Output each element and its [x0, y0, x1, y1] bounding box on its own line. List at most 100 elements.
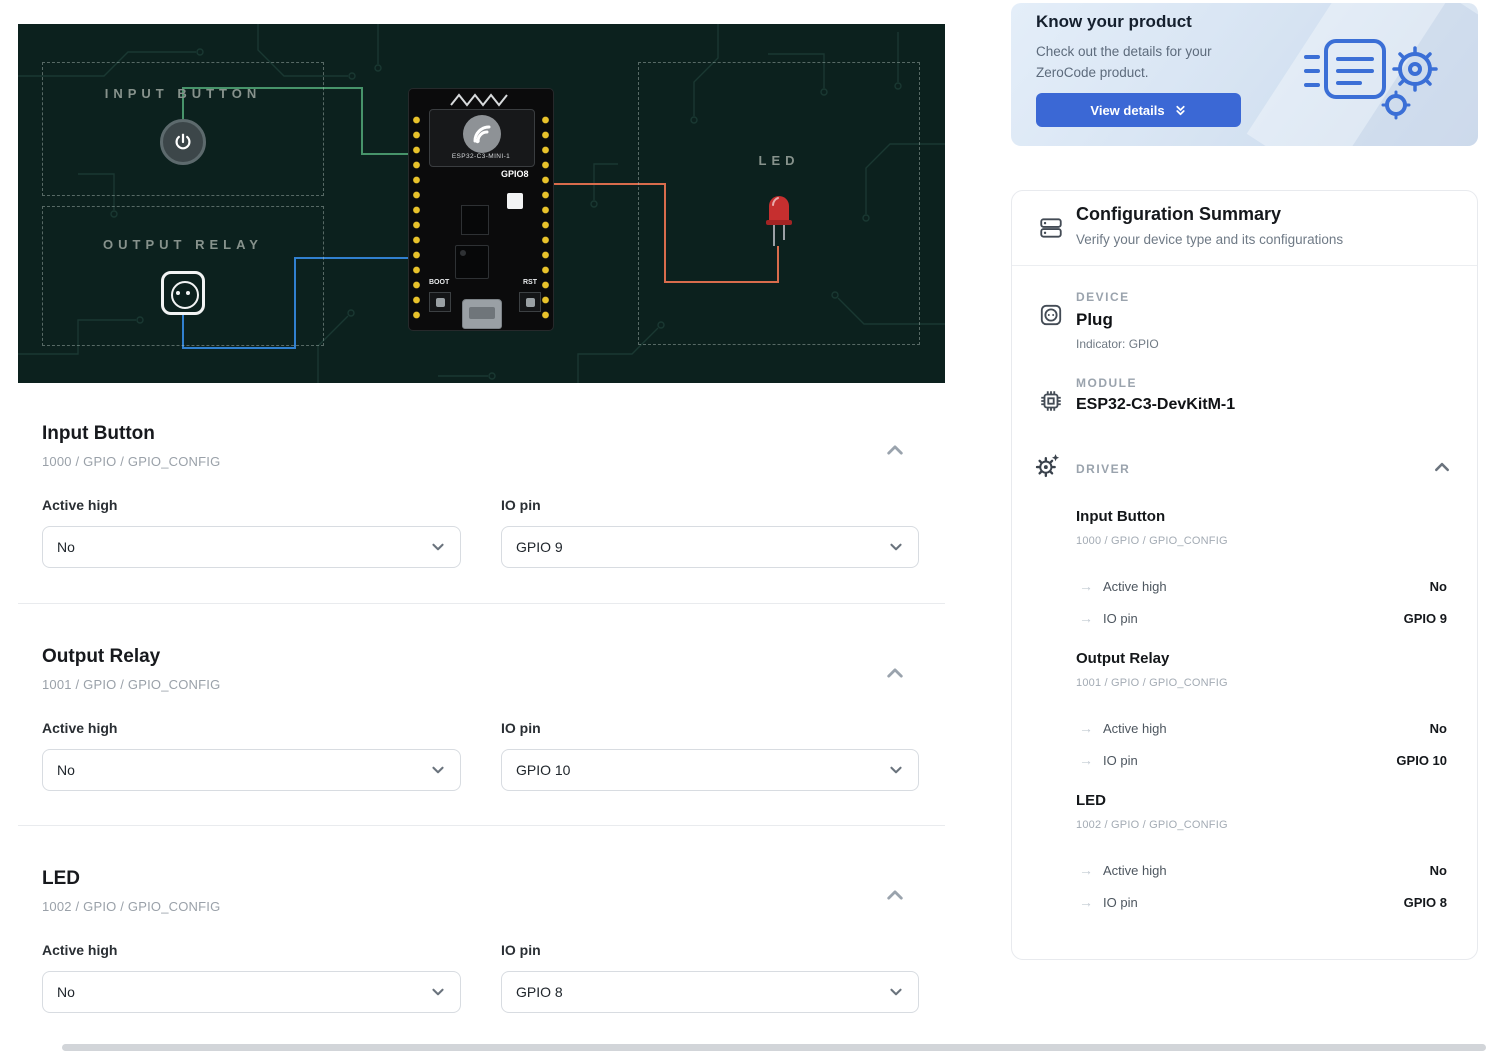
collapse-chevron-icon[interactable]	[882, 883, 908, 909]
row-value: GPIO 9	[1403, 610, 1447, 626]
select-value: GPIO 9	[516, 539, 563, 555]
io-pin-label: IO pin	[501, 497, 541, 513]
row-label: Active high	[1103, 578, 1167, 594]
module-name: ESP32-C3-DevKitM-1	[1076, 396, 1236, 413]
driver-name: Output Relay	[1076, 650, 1170, 667]
driver-code: 1001 / GPIO / GPIO_CONFIG	[1076, 677, 1228, 689]
antenna-icon	[450, 93, 508, 107]
active-high-select[interactable]: No	[42, 971, 461, 1013]
section-code: 1000 / GPIO / GPIO_CONFIG	[42, 454, 221, 469]
driver-row: → IO pin GPIO 10	[1079, 750, 1447, 770]
promo-body: Check out the details for your ZeroCode …	[1036, 44, 1212, 80]
driver-code: 1002 / GPIO / GPIO_CONFIG	[1076, 819, 1228, 831]
zerocode-configuration-page: INPUT BUTTON OUTPUT RELAY LED ESP32-C3-M…	[0, 0, 1502, 1052]
select-value: GPIO 10	[516, 762, 571, 778]
active-high-select[interactable]: No	[42, 526, 461, 568]
driver-name: Input Button	[1076, 508, 1166, 525]
driver-collapse-chevron-icon[interactable]	[1431, 457, 1453, 479]
ic-component	[455, 245, 489, 279]
chevron-down-icon	[890, 988, 902, 996]
boot-silkscreen-label: BOOT	[429, 279, 450, 286]
gpio8-silkscreen-label: GPIO8	[501, 169, 529, 179]
row-value: GPIO 8	[1403, 894, 1447, 910]
device-indicator: Indicator: GPIO	[1076, 337, 1159, 351]
horizontal-scrollbar[interactable]	[62, 1044, 1486, 1051]
summary-divider	[1012, 265, 1477, 266]
led-board-label: LED	[758, 153, 800, 168]
chip-icon	[1041, 391, 1061, 411]
row-value: GPIO 10	[1396, 752, 1447, 768]
configuration-summary-card: Configuration Summary Verify your device…	[1011, 190, 1478, 960]
active-high-select[interactable]: No	[42, 749, 461, 791]
driver-kicker: DRIVER	[1076, 462, 1131, 476]
driver-row: → Active high No	[1079, 860, 1447, 880]
config-section-output-relay: Output Relay 1001 / GPIO / GPIO_CONFIG A…	[18, 633, 945, 823]
chevron-down-icon	[890, 766, 902, 774]
io-pin-select[interactable]: GPIO 8	[501, 971, 919, 1013]
io-pin-select[interactable]: GPIO 9	[501, 526, 919, 568]
section-code: 1001 / GPIO / GPIO_CONFIG	[42, 677, 221, 692]
boot-button-icon	[429, 292, 451, 312]
section-title: LED	[42, 868, 80, 889]
arrow-right-icon: →	[1079, 578, 1093, 594]
summary-subtitle: Verify your device type and its configur…	[1076, 232, 1344, 247]
config-section-led: LED 1002 / GPIO / GPIO_CONFIG Active hig…	[18, 855, 945, 1045]
driver-entry-output-relay: Output Relay 1001 / GPIO / GPIO_CONFIG →…	[1012, 650, 1477, 780]
io-pin-select[interactable]: GPIO 10	[501, 749, 919, 791]
documents-gear-illustration	[1304, 39, 1438, 120]
wiring-diagram: INPUT BUTTON OUTPUT RELAY LED ESP32-C3-M…	[18, 24, 945, 383]
input-button-board-label: INPUT BUTTON	[104, 86, 262, 101]
driver-code: 1000 / GPIO / GPIO_CONFIG	[1076, 535, 1228, 547]
collapse-chevron-icon[interactable]	[882, 438, 908, 464]
driver-row: → IO pin GPIO 9	[1079, 608, 1447, 628]
espressif-logo-icon	[463, 115, 501, 153]
driver-row: → IO pin GPIO 8	[1079, 892, 1447, 912]
device-kicker: DEVICE	[1076, 290, 1130, 304]
row-value: No	[1429, 720, 1447, 736]
select-value: GPIO 8	[516, 984, 563, 1000]
driver-row: → Active high No	[1079, 576, 1447, 596]
chevron-down-icon	[432, 766, 444, 774]
row-label: Active high	[1103, 720, 1167, 736]
select-value: No	[57, 762, 75, 778]
reset-button-icon	[519, 292, 541, 312]
chevron-down-icon	[432, 543, 444, 551]
row-label: IO pin	[1103, 752, 1138, 768]
row-label: IO pin	[1103, 610, 1138, 626]
active-high-label: Active high	[42, 942, 118, 958]
usb-connector-icon	[462, 299, 502, 329]
row-label: Active high	[1103, 862, 1167, 878]
esp32-module: ESP32-C3-MINI-1 GPIO8 BOOT RST	[408, 88, 554, 331]
arrow-right-icon: →	[1079, 752, 1093, 768]
gear-sparkle-icon	[1035, 454, 1060, 478]
config-section-input-button: Input Button 1000 / GPIO / GPIO_CONFIG A…	[18, 410, 945, 600]
plug-socket-icon	[161, 271, 205, 315]
arrow-right-icon: →	[1079, 862, 1093, 878]
row-value: No	[1429, 578, 1447, 594]
driver-name: LED	[1076, 792, 1106, 809]
collapse-chevron-icon[interactable]	[882, 661, 908, 687]
right-pin-header	[541, 113, 550, 323]
section-divider	[18, 825, 945, 826]
device-name: Plug	[1076, 310, 1113, 329]
driver-entry-input-button: Input Button 1000 / GPIO / GPIO_CONFIG →…	[1012, 508, 1477, 638]
chevron-down-icon	[432, 988, 444, 996]
regulator-component	[461, 205, 489, 235]
module-kicker: MODULE	[1076, 376, 1137, 390]
section-title: Input Button	[42, 423, 155, 444]
summary-title: Configuration Summary	[1076, 204, 1282, 224]
power-button-icon	[160, 119, 206, 165]
double-chevron-down-icon	[1175, 105, 1185, 115]
chevron-down-icon	[890, 543, 902, 551]
io-pin-label: IO pin	[501, 720, 541, 736]
active-high-label: Active high	[42, 497, 118, 513]
know-your-product-card: Know your product Check out the details …	[1011, 3, 1478, 146]
select-value: No	[57, 984, 75, 1000]
driver-entry-led: LED 1002 / GPIO / GPIO_CONFIG → Active h…	[1012, 792, 1477, 922]
promo-title: Know your product	[1036, 12, 1192, 31]
active-high-label: Active high	[42, 720, 118, 736]
section-title: Output Relay	[42, 646, 161, 667]
output-relay-board-label: OUTPUT RELAY	[103, 237, 263, 252]
view-details-button[interactable]: View details	[1036, 93, 1241, 127]
left-pin-header	[412, 113, 421, 323]
